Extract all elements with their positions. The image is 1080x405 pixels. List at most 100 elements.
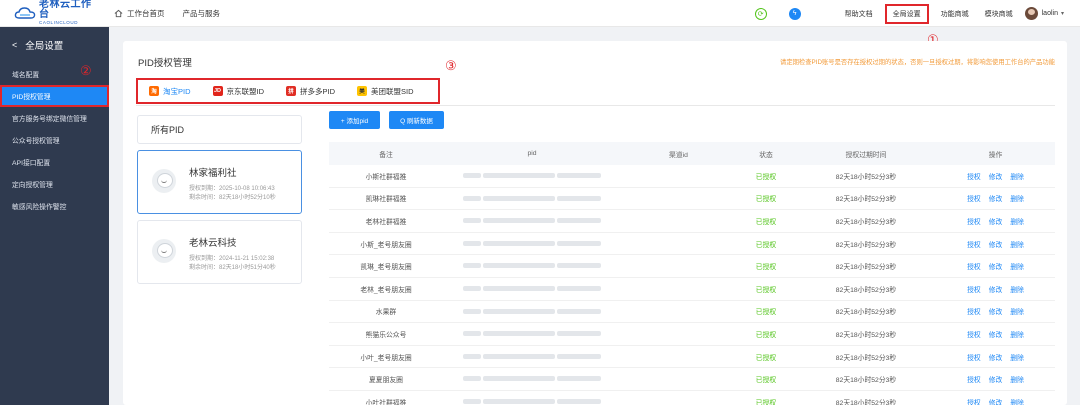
sidebar-item-official-account[interactable]: 公众号授权管理 — [0, 129, 109, 151]
edit-link[interactable]: 修改 — [989, 309, 1003, 316]
row-expire: 82天18小时52分3秒 — [835, 218, 897, 226]
tab-label: 京东联盟ID — [226, 86, 265, 96]
edit-link[interactable]: 修改 — [989, 264, 1003, 271]
authorize-link[interactable]: 授权 — [967, 219, 981, 226]
edit-link[interactable]: 修改 — [989, 400, 1003, 405]
lightning-icon[interactable]: ϟ — [788, 7, 801, 20]
tab-meituan[interactable]: 美 美团联盟SID — [357, 86, 414, 97]
authorize-link[interactable]: 授权 — [967, 377, 981, 384]
tab-label: 美团联盟SID — [371, 86, 414, 96]
sidebar-item-label: 敏感风险操作警控 — [12, 204, 67, 211]
edit-link[interactable]: 修改 — [989, 196, 1003, 203]
pid-name: 林家福利社 — [189, 168, 237, 179]
row-pid-masked — [443, 376, 621, 383]
edit-link[interactable]: 修改 — [989, 174, 1003, 181]
tab-pinduoduo[interactable]: 拼 拼多多PID — [286, 86, 335, 97]
col-ops: 操作 — [988, 151, 1003, 159]
authorize-link[interactable]: 授权 — [967, 309, 981, 316]
authorize-link[interactable]: 授权 — [967, 242, 981, 249]
table-row: 老林社群福推 已授权 82天18小时52分3秒 授权 修改 删除 — [329, 210, 1055, 233]
cloud-logo-icon — [14, 6, 36, 20]
authorize-link[interactable]: 授权 — [967, 264, 981, 271]
delete-link[interactable]: 删除 — [1010, 242, 1024, 249]
expiry-hint: 请定期检查PID账号是否存在授权过期的状态，否则一旦授权过期，将影响您使用工作台… — [780, 59, 1055, 66]
jd-icon: JD — [212, 86, 223, 96]
status-badge: 已授权 — [755, 173, 777, 181]
row-pid-masked — [443, 195, 621, 202]
edit-link[interactable]: 修改 — [989, 355, 1003, 362]
taobao-icon: 淘 — [149, 86, 159, 96]
tabs-divider — [136, 105, 1055, 106]
row-expire: 82天18小时52分3秒 — [835, 377, 897, 385]
edit-link[interactable]: 修改 — [989, 219, 1003, 226]
pid-card[interactable]: 老林云科技 授权到期：2024-11-21 15:02:38 剩余时间：82天1… — [137, 220, 302, 284]
top-bar: 老林云工作台 CAOLINCLOUD 工作台首页 产品与服务 ⟳ ϟ 帮助文档 … — [0, 0, 1080, 27]
module-store-link[interactable]: 模块商城 — [985, 9, 1013, 19]
authorize-link[interactable]: 授权 — [967, 355, 981, 362]
delete-link[interactable]: 删除 — [1010, 400, 1024, 405]
delete-link[interactable]: 删除 — [1010, 264, 1024, 271]
edit-link[interactable]: 修改 — [989, 377, 1003, 384]
feature-store-link[interactable]: 功能商城 — [941, 9, 969, 19]
sidebar-item-pid[interactable]: PID授权管理 — [0, 85, 109, 107]
chevron-down-icon[interactable]: ▾ — [1061, 10, 1064, 17]
status-badge: 已授权 — [755, 286, 777, 294]
nav-home[interactable]: 工作台首页 — [114, 8, 165, 19]
sidebar-item-directed-auth[interactable]: 定向授权管理 — [0, 173, 109, 195]
sidebar-item-label: 公众号授权管理 — [12, 138, 60, 145]
username[interactable]: laolin — [1042, 10, 1058, 17]
avatar[interactable] — [1024, 7, 1038, 20]
row-remark: 夏夏朋友圈 — [369, 377, 403, 385]
sidebar-title[interactable]: < 全局设置 — [0, 27, 109, 63]
authorize-link[interactable]: 授权 — [967, 287, 981, 294]
tab-label: 淘宝PID — [163, 86, 191, 96]
status-badge: 已授权 — [755, 241, 777, 249]
authorize-link[interactable]: 授权 — [967, 332, 981, 339]
sidebar-item-risk-control[interactable]: 敏感风险操作警控 — [0, 195, 109, 217]
help-docs-link[interactable]: 帮助文档 — [845, 9, 873, 19]
table-row: 小斯_老号朋友圈 已授权 82天18小时52分3秒 授权 修改 删除 — [329, 233, 1055, 256]
sidebar-item-domain[interactable]: 域名配置 — [0, 63, 109, 85]
brand-logo[interactable]: 老林云工作台 CAOLINCLOUD — [14, 0, 96, 26]
tab-jd[interactable]: JD 京东联盟ID — [212, 86, 265, 97]
row-expire: 82天18小时52分3秒 — [835, 264, 897, 272]
authorize-link[interactable]: 授权 — [967, 400, 981, 405]
all-pid-item[interactable]: 所有PID — [137, 115, 302, 144]
delete-link[interactable]: 删除 — [1010, 309, 1024, 316]
add-pid-button[interactable]: + 添加pid — [329, 111, 380, 129]
delete-link[interactable]: 删除 — [1010, 377, 1024, 384]
edit-link[interactable]: 修改 — [989, 332, 1003, 339]
delete-link[interactable]: 删除 — [1010, 219, 1024, 226]
global-settings-link[interactable]: 全局设置 — [884, 3, 929, 24]
row-expire: 82天18小时52分3秒 — [835, 196, 897, 204]
edit-link[interactable]: 修改 — [989, 287, 1003, 294]
delete-link[interactable]: 删除 — [1010, 287, 1024, 294]
delete-link[interactable]: 删除 — [1010, 355, 1024, 362]
table-body: 小斯社群福推 已授权 82天18小时52分3秒 授权 修改 删除 凯琳社群福推 已授权 82… — [329, 165, 1055, 405]
refresh-data-button[interactable]: Q 刷新数据 — [389, 111, 444, 129]
row-expire: 82天18小时52分3秒 — [835, 309, 897, 317]
authorize-link[interactable]: 授权 — [967, 196, 981, 203]
authorize-link[interactable]: 授权 — [967, 174, 981, 181]
table-row: 凯琳社群福推 已授权 82天18小时52分3秒 授权 修改 删除 — [329, 188, 1055, 211]
pid-card[interactable]: 林家福利社 授权到期：2025-10-08 10:06:43 剩余时间：82天1… — [137, 150, 302, 214]
refresh-status-icon[interactable]: ⟳ — [754, 7, 767, 20]
delete-link[interactable]: 删除 — [1010, 332, 1024, 339]
chevron-left-icon[interactable]: < — [12, 40, 17, 50]
edit-link[interactable]: 修改 — [989, 242, 1003, 249]
row-actions: 授权 修改 删除 — [936, 306, 1055, 316]
row-pid-masked — [443, 263, 621, 270]
delete-link[interactable]: 删除 — [1010, 174, 1024, 181]
sidebar-item-wechat-service[interactable]: 官方服务号绑定微信管理 — [0, 107, 109, 129]
meituan-icon: 美 — [357, 86, 368, 96]
row-actions: 授权 修改 删除 — [936, 239, 1055, 249]
brand-name-en: CAOLINCLOUD — [39, 20, 79, 26]
annotation-three: ③ — [445, 59, 457, 74]
tab-taobao[interactable]: 淘 淘宝PID — [149, 86, 191, 97]
status-badge: 已授权 — [755, 264, 777, 272]
col-pid: pid — [527, 150, 537, 157]
sidebar-item-api[interactable]: API接口配置 — [0, 151, 109, 173]
nav-products[interactable]: 产品与服务 — [183, 8, 221, 19]
delete-link[interactable]: 删除 — [1010, 196, 1024, 203]
status-badge: 已授权 — [755, 354, 777, 362]
